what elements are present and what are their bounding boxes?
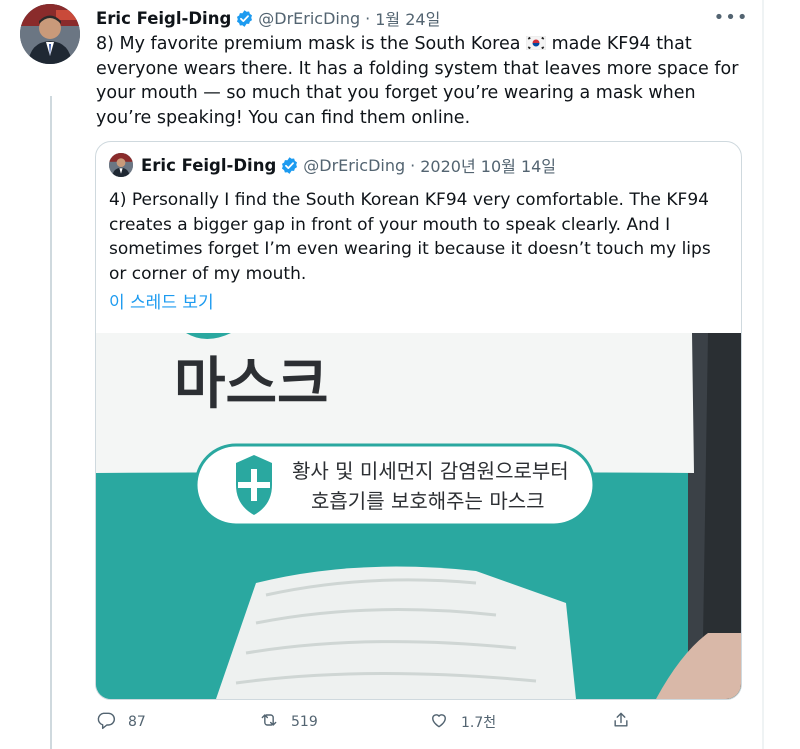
quoted-avatar	[109, 153, 133, 177]
mask-package-photo[interactable]: 마스크 황사 및 미세먼지 감염원으로부터 호흡기를 보호해주는 마스크	[96, 333, 741, 699]
quoted-author-handle: @DrEricDing	[303, 155, 406, 175]
verified-badge-icon	[235, 9, 254, 28]
show-thread-link[interactable]: 이 스레드 보기	[109, 288, 214, 313]
like-count: 1.7천	[461, 715, 497, 731]
package-title: 마스크	[174, 352, 329, 417]
heart-icon	[429, 710, 449, 734]
avatar[interactable]	[20, 4, 80, 64]
thread-connector-line	[50, 96, 52, 749]
quoted-tweet-header: Eric Feigl-Ding @DrEricDing · 2020년 10월 …	[141, 154, 557, 177]
retweet-count: 519	[291, 714, 318, 730]
reply-button[interactable]: 87	[96, 710, 146, 734]
tweet-page: Eric Feigl-Ding @DrEricDing · 1월 24일 •••…	[0, 0, 800, 749]
quoted-tweet-card[interactable]: Eric Feigl-Ding @DrEricDing · 2020년 10월 …	[95, 141, 742, 700]
package-line-1: 황사 및 미세먼지 감염원으로부터	[292, 459, 569, 483]
timeline-border	[762, 0, 764, 749]
tweet-date[interactable]: 1월 24일	[375, 6, 440, 30]
tweet-text: 8) My favorite premium mask is the South…	[96, 32, 746, 130]
tweet-text-part-1: 8) My favorite premium mask is the South…	[96, 34, 527, 54]
share-icon	[611, 710, 631, 734]
author-name[interactable]: Eric Feigl-Ding	[96, 9, 231, 28]
south-korea-flag-icon	[525, 33, 547, 51]
reply-icon	[96, 710, 116, 734]
retweet-button[interactable]: 519	[259, 710, 318, 734]
quoted-author-name: Eric Feigl-Ding	[141, 155, 277, 175]
quoted-tweet-date: 2020년 10월 14일	[420, 157, 557, 176]
author-handle[interactable]: @DrEricDing	[258, 9, 360, 28]
reply-count: 87	[128, 714, 146, 730]
more-dots-icon: •••	[713, 6, 749, 28]
like-button[interactable]: 1.7천	[429, 710, 496, 734]
quoted-header-separator: ·	[410, 155, 416, 175]
more-options-button[interactable]: •••	[714, 6, 748, 28]
tweet-header: Eric Feigl-Ding @DrEricDing · 1월 24일	[96, 6, 440, 30]
tweet-actions: 87 519 1.7천	[0, 700, 800, 740]
share-button[interactable]	[611, 710, 631, 734]
quoted-verified-badge-icon	[280, 156, 299, 175]
retweet-icon	[259, 710, 279, 734]
quoted-tweet-text: 4) Personally I find the South Korean KF…	[109, 190, 711, 284]
package-line-2: 호흡기를 보호해주는 마스크	[311, 489, 545, 513]
header-separator: ·	[365, 8, 371, 28]
